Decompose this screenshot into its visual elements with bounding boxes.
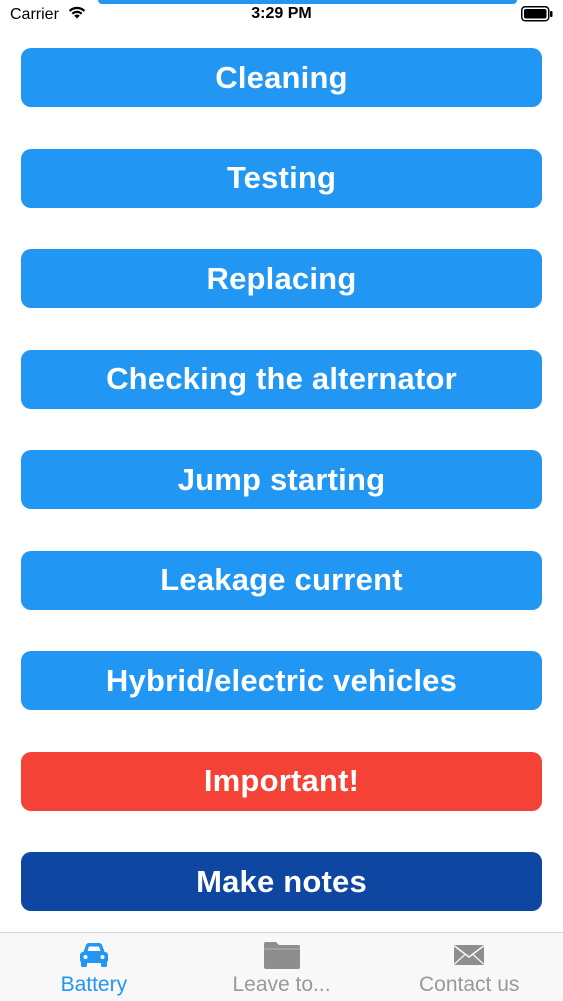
menu-list: Cleaning Testing Replacing Checking the … bbox=[21, 48, 542, 953]
replacing-button[interactable]: Replacing bbox=[21, 249, 542, 308]
tab-battery-label: Battery bbox=[60, 973, 128, 996]
tab-leave-to-label: Leave to... bbox=[232, 973, 331, 996]
tab-contact-us[interactable]: Contact us bbox=[375, 933, 563, 1001]
envelope-icon bbox=[453, 939, 485, 971]
battery-status-icon bbox=[521, 6, 553, 27]
status-bar: Carrier 3:29 PM bbox=[0, 0, 563, 30]
status-time: 3:29 PM bbox=[251, 5, 312, 22]
tab-battery[interactable]: Battery bbox=[0, 933, 188, 1001]
make-notes-button[interactable]: Make notes bbox=[21, 852, 542, 911]
tab-bar: Battery Leave to... Contact us bbox=[0, 932, 563, 1001]
hybrid-electric-vehicles-button[interactable]: Hybrid/electric vehicles bbox=[21, 651, 542, 710]
leakage-current-button[interactable]: Leakage current bbox=[21, 550, 542, 610]
important-button[interactable]: Important! bbox=[21, 751, 542, 811]
checking-alternator-button[interactable]: Checking the alternator bbox=[21, 349, 542, 409]
car-icon bbox=[77, 939, 111, 971]
tab-contact-us-label: Contact us bbox=[418, 973, 520, 996]
jump-starting-button[interactable]: Jump starting bbox=[21, 450, 542, 509]
tab-leave-to[interactable]: Leave to... bbox=[188, 933, 376, 1001]
cleaning-button[interactable]: Cleaning bbox=[21, 48, 542, 107]
testing-button[interactable]: Testing bbox=[21, 148, 542, 208]
folder-icon bbox=[263, 939, 301, 971]
